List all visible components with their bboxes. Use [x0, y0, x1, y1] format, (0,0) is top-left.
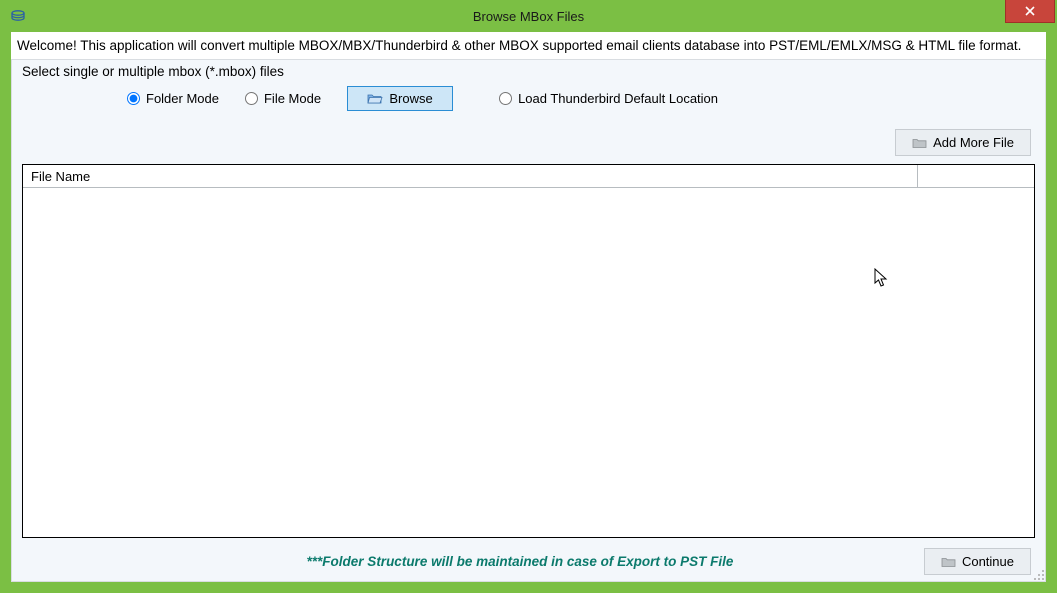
radio-folder-mode-input[interactable] [127, 92, 140, 105]
close-icon [1025, 6, 1035, 16]
radio-folder-mode[interactable]: Folder Mode [127, 91, 219, 106]
radio-file-mode-label: File Mode [264, 91, 321, 106]
file-list-body[interactable] [23, 188, 1034, 537]
titlebar[interactable]: Browse MBox Files [2, 2, 1055, 30]
continue-button-label: Continue [962, 554, 1014, 569]
radio-thunderbird-default-label: Load Thunderbird Default Location [518, 91, 718, 106]
file-list-header: File Name [23, 165, 1034, 188]
radio-file-mode[interactable]: File Mode [245, 91, 321, 106]
window-title: Browse MBox Files [2, 9, 1055, 24]
radio-thunderbird-default[interactable]: Load Thunderbird Default Location [499, 91, 718, 106]
mode-row: Folder Mode File Mode Browse [12, 85, 1045, 111]
app-icon [10, 8, 26, 24]
folder-icon [941, 556, 956, 568]
add-more-file-button[interactable]: Add More File [895, 129, 1031, 156]
welcome-text: Welcome! This application will convert m… [11, 32, 1046, 57]
footer-note: ***Folder Structure will be maintained i… [116, 554, 924, 569]
app-window: Browse MBox Files Welcome! This applicat… [0, 0, 1057, 593]
browse-button[interactable]: Browse [347, 86, 453, 111]
panel-title: Select single or multiple mbox (*.mbox) … [12, 64, 1045, 85]
radio-thunderbird-default-input[interactable] [499, 92, 512, 105]
continue-button[interactable]: Continue [924, 548, 1031, 575]
browse-button-label: Browse [389, 91, 432, 106]
column-header-filename[interactable]: File Name [23, 165, 918, 187]
add-more-row: Add More File [12, 111, 1045, 162]
radio-folder-mode-label: Folder Mode [146, 91, 219, 106]
radio-file-mode-input[interactable] [245, 92, 258, 105]
folder-open-icon [367, 92, 383, 105]
main-panel: Select single or multiple mbox (*.mbox) … [11, 59, 1046, 582]
folder-icon [912, 137, 927, 149]
client-area: Welcome! This application will convert m… [11, 32, 1046, 582]
add-more-file-label: Add More File [933, 135, 1014, 150]
file-list[interactable]: File Name [22, 164, 1035, 538]
bottom-row: ***Folder Structure will be maintained i… [12, 538, 1045, 575]
close-button[interactable] [1005, 0, 1055, 23]
